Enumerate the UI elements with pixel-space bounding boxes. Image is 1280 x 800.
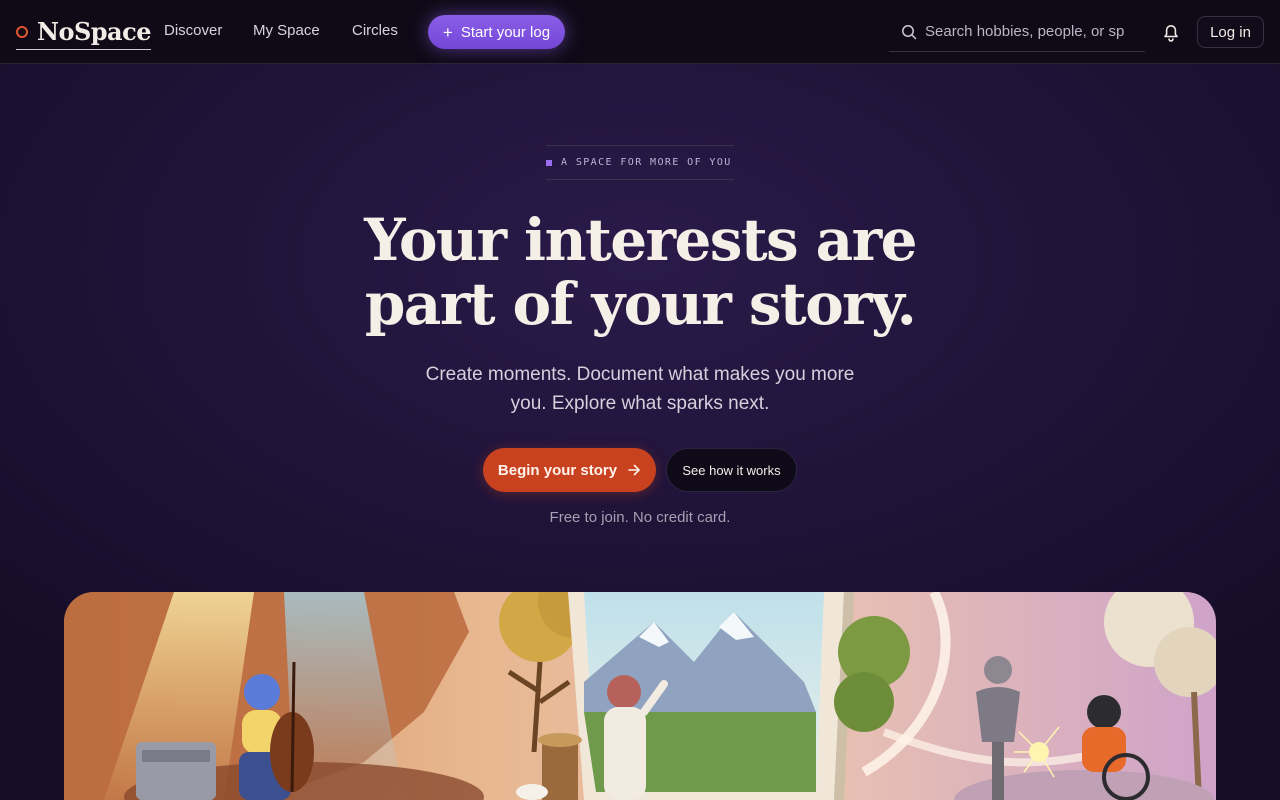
eyebrow-text: A SPACE FOR MORE OF YOU — [561, 157, 732, 168]
nav-link-discover[interactable]: Discover — [164, 22, 222, 39]
square-bullet-icon — [546, 159, 552, 166]
plus-icon: + — [442, 22, 453, 42]
search-icon — [902, 24, 917, 39]
bell-icon[interactable] — [1160, 21, 1182, 43]
hero-headline: Your interests are part of your story. — [320, 208, 960, 336]
login-button[interactable]: Log in — [1197, 16, 1264, 48]
start-log-label: Start your log — [460, 23, 551, 41]
headline-line-1: Your interests are — [364, 206, 917, 274]
search-bar — [889, 12, 1145, 52]
free-note: Free to join. No credit card. — [549, 509, 731, 526]
nav-link-circles[interactable]: Circles — [352, 22, 398, 39]
arrow-right-icon — [628, 464, 640, 476]
subhead-line-1: Create moments. Document what makes you … — [425, 364, 855, 385]
search-input[interactable] — [925, 23, 1125, 40]
see-how-it-works-button[interactable]: See how it works — [666, 448, 797, 492]
hero-subhead: Create moments. Document what makes you … — [400, 360, 880, 418]
begin-story-button[interactable]: Begin your story — [483, 448, 656, 492]
subhead-line-2: you. Explore what sparks next. — [510, 393, 770, 414]
top-nav: NoSpace Discover My Space Circles + Star… — [0, 0, 1280, 64]
brand-logo[interactable]: NoSpace — [16, 16, 152, 50]
brand-name: NoSpace — [37, 17, 152, 46]
start-log-button[interactable]: + Start your log — [428, 15, 565, 49]
hero-illustration — [64, 592, 1216, 800]
begin-story-label: Begin your story — [497, 461, 618, 479]
eyebrow-tag: A SPACE FOR MORE OF YOU — [546, 145, 734, 180]
headline-line-2: part of your story. — [364, 270, 917, 338]
nav-link-my-space[interactable]: My Space — [253, 22, 320, 39]
ring-logo-icon — [16, 25, 28, 38]
